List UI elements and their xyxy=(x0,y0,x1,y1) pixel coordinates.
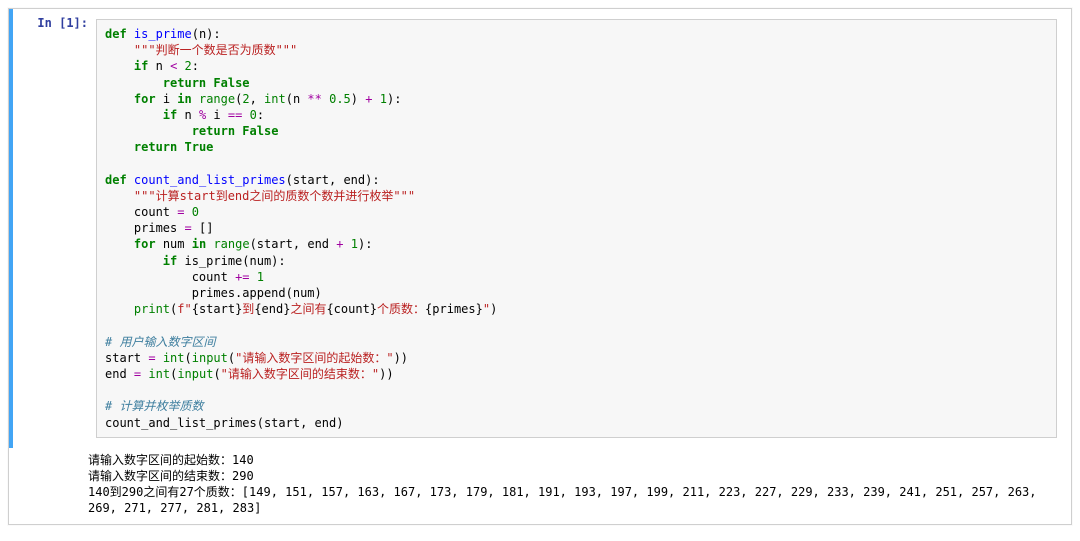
op: < xyxy=(170,59,177,73)
fstr-end: " xyxy=(483,302,490,316)
bi-input: input xyxy=(177,367,213,381)
num: 2 xyxy=(242,92,249,106)
num: 0 xyxy=(250,108,257,122)
op: == xyxy=(228,108,242,122)
code: primes.append(num) xyxy=(192,286,322,300)
colon: : xyxy=(192,59,199,73)
kw-if: if xyxy=(163,108,177,122)
colon: ): xyxy=(358,237,372,251)
fstr: f" xyxy=(177,302,191,316)
op: + xyxy=(336,237,343,251)
num: 0 xyxy=(192,205,199,219)
kw-for: for xyxy=(134,237,156,251)
var: count xyxy=(192,270,228,284)
kw-true: True xyxy=(185,140,214,154)
code-block[interactable]: def is_prime(n): """判断一个数是否为质数""" if n <… xyxy=(105,26,1048,431)
output-text: 请输入数字区间的起始数：140 请输入数字区间的结束数：290 140到290之… xyxy=(88,448,1071,525)
str: "请输入数字区间的起始数：" xyxy=(235,351,393,365)
num: 0.5 xyxy=(329,92,351,106)
kw-in: in xyxy=(177,92,191,106)
kw-if: if xyxy=(134,59,148,73)
op: ** xyxy=(307,92,321,106)
kw-if: if xyxy=(163,254,177,268)
num: 2 xyxy=(185,59,192,73)
bi-range: range xyxy=(213,237,249,251)
docstring: """判断一个数是否为质数""" xyxy=(134,43,297,57)
code: (n): xyxy=(192,27,221,41)
comment: # 计算并枚举质数 xyxy=(105,399,203,413)
comment: # 用户输入数字区间 xyxy=(105,335,215,349)
bi-int: int xyxy=(148,367,170,381)
kw-return: return xyxy=(163,76,206,90)
output-line: 请输入数字区间的结束数：290 xyxy=(88,469,254,483)
bi-int: int xyxy=(264,92,286,106)
bi-input: input xyxy=(192,351,228,365)
var: n xyxy=(184,108,191,122)
var: start xyxy=(105,351,141,365)
interp: {count} xyxy=(326,302,377,316)
num: 1 xyxy=(351,237,358,251)
interp: {end} xyxy=(254,302,290,316)
op: + xyxy=(365,92,372,106)
var: n xyxy=(293,92,300,106)
colon: : xyxy=(394,92,401,106)
op: = xyxy=(185,221,192,235)
kw-in: in xyxy=(192,237,206,251)
var: count xyxy=(134,205,170,219)
kw-false: False xyxy=(213,76,249,90)
bi-int: int xyxy=(163,351,185,365)
brackets: [] xyxy=(199,221,213,235)
colon: : xyxy=(257,108,264,122)
code-column: def is_prime(n): """判断一个数是否为质数""" if n <… xyxy=(96,9,1071,448)
var: end xyxy=(105,367,127,381)
kw-return: return xyxy=(192,124,235,138)
bi-range: range xyxy=(199,92,235,106)
op: % xyxy=(199,108,206,122)
var: num xyxy=(163,237,185,251)
interp: {primes} xyxy=(425,302,483,316)
code: (start, end): xyxy=(286,173,380,187)
args: (start, end xyxy=(250,237,337,251)
fn-name: is_prime xyxy=(134,27,192,41)
call: is_prime(num): xyxy=(184,254,285,268)
str: "请输入数字区间的结束数：" xyxy=(221,367,379,381)
str: 个质数： xyxy=(377,302,425,316)
kw-def: def xyxy=(105,173,127,187)
fn-name: count_and_list_primes xyxy=(134,173,286,187)
kw-for: for xyxy=(134,92,156,106)
op: += xyxy=(235,270,249,284)
op: = xyxy=(134,367,141,381)
kw-def: def xyxy=(105,27,127,41)
var: n xyxy=(156,59,163,73)
input-area: In [1]: def is_prime(n): """判断一个数是否为质数""… xyxy=(9,9,1071,448)
num: 1 xyxy=(380,92,387,106)
kw-false: False xyxy=(242,124,278,138)
op: = xyxy=(177,205,184,219)
docstring: """计算start到end之间的质数个数并进行枚举""" xyxy=(134,189,415,203)
str: 到 xyxy=(242,302,254,316)
code-box[interactable]: def is_prime(n): """判断一个数是否为质数""" if n <… xyxy=(96,19,1057,438)
output-area: 请输入数字区间的起始数：140 请输入数字区间的结束数：290 140到290之… xyxy=(9,448,1071,525)
var: i xyxy=(213,108,220,122)
output-line: 140到290之间有27个质数：[149, 151, 157, 163, 167… xyxy=(88,485,1044,515)
op: = xyxy=(148,351,155,365)
num: 1 xyxy=(257,270,264,284)
var: primes xyxy=(134,221,177,235)
notebook-cell: In [1]: def is_prime(n): """判断一个数是否为质数""… xyxy=(8,8,1072,525)
interp: {start} xyxy=(192,302,243,316)
bi-print: print xyxy=(134,302,170,316)
str: 之间有 xyxy=(290,302,326,316)
var: i xyxy=(163,92,170,106)
kw-return: return xyxy=(134,140,177,154)
code: count_and_list_primes(start, end) xyxy=(105,416,343,430)
output-line: 请输入数字区间的起始数：140 xyxy=(88,453,254,467)
input-prompt: In [1]: xyxy=(13,9,96,448)
